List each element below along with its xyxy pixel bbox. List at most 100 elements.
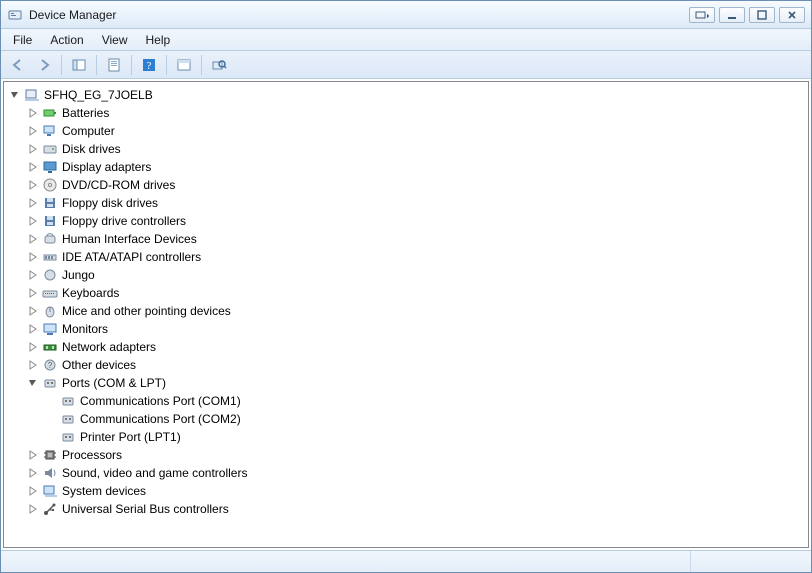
cpu-icon	[42, 447, 58, 463]
tree-category[interactable]: Human Interface Devices	[28, 230, 808, 248]
expand-icon[interactable]	[28, 108, 38, 118]
toolbar-separator	[61, 55, 62, 75]
content-area: SFHQ_EG_7JOELBBatteriesComputerDisk driv…	[3, 81, 809, 548]
tree-category[interactable]: System devices	[28, 482, 808, 500]
hid-icon	[42, 231, 58, 247]
expand-icon[interactable]	[28, 342, 38, 352]
titlebar[interactable]: Device Manager	[1, 1, 811, 29]
tree-category[interactable]: Display adapters	[28, 158, 808, 176]
mouse-icon	[42, 303, 58, 319]
expand-icon[interactable]	[28, 450, 38, 460]
category-label: Other devices	[62, 356, 136, 374]
usb-icon	[42, 501, 58, 517]
tree-category[interactable]: Mice and other pointing devices	[28, 302, 808, 320]
expand-icon[interactable]	[28, 144, 38, 154]
tree-category[interactable]: Floppy drive controllers	[28, 212, 808, 230]
category-label: Mice and other pointing devices	[62, 302, 231, 320]
expand-icon[interactable]	[28, 234, 38, 244]
tree-category[interactable]: Sound, video and game controllers	[28, 464, 808, 482]
expand-icon[interactable]	[28, 198, 38, 208]
expand-icon[interactable]	[28, 162, 38, 172]
tree-category[interactable]: Jungo	[28, 266, 808, 284]
device-tree[interactable]: SFHQ_EG_7JOELBBatteriesComputerDisk driv…	[4, 82, 808, 547]
maximize-button[interactable]	[749, 7, 775, 23]
tree-device[interactable]: Communications Port (COM1)	[46, 392, 808, 410]
category-label: Network adapters	[62, 338, 156, 356]
tree-category[interactable]: Network adapters	[28, 338, 808, 356]
tree-category[interactable]: Monitors	[28, 320, 808, 338]
back-button[interactable]	[7, 54, 29, 76]
collapse-icon[interactable]	[10, 90, 20, 100]
category-label: Ports (COM & LPT)	[62, 374, 166, 392]
status-panel-left	[1, 551, 691, 572]
category-label: Processors	[62, 446, 122, 464]
tree-category[interactable]: ? Other devices	[28, 356, 808, 374]
expand-icon[interactable]	[28, 486, 38, 496]
keyboard-icon	[42, 285, 58, 301]
statusbar	[1, 550, 811, 572]
tree-category[interactable]: Disk drives	[28, 140, 808, 158]
tree-category[interactable]: Batteries	[28, 104, 808, 122]
display-icon	[42, 159, 58, 175]
floppy-icon	[42, 195, 58, 211]
port-icon	[60, 393, 76, 409]
tree-category[interactable]: Ports (COM & LPT)	[28, 374, 808, 392]
expand-icon[interactable]	[28, 270, 38, 280]
category-label: Monitors	[62, 320, 108, 338]
port-icon	[42, 375, 58, 391]
close-button[interactable]	[779, 7, 805, 23]
tree-category[interactable]: Universal Serial Bus controllers	[28, 500, 808, 518]
app-icon	[7, 7, 23, 23]
scan-hardware-button[interactable]	[208, 54, 230, 76]
expand-icon[interactable]	[28, 306, 38, 316]
menu-action[interactable]: Action	[42, 31, 91, 49]
properties-button[interactable]	[103, 54, 125, 76]
menu-view[interactable]: View	[94, 31, 136, 49]
expand-icon[interactable]	[28, 252, 38, 262]
tree-category[interactable]: Floppy disk drives	[28, 194, 808, 212]
status-panel-right	[691, 551, 811, 572]
category-label: Floppy drive controllers	[62, 212, 186, 230]
tree-category[interactable]: Computer	[28, 122, 808, 140]
computer-root-icon	[24, 87, 40, 103]
floppy-icon	[42, 213, 58, 229]
expand-icon[interactable]	[28, 126, 38, 136]
tree-category[interactable]: Keyboards	[28, 284, 808, 302]
menubar: File Action View Help	[1, 29, 811, 51]
help-button[interactable]: ?	[138, 54, 160, 76]
ide-icon	[42, 249, 58, 265]
minimize-button[interactable]	[719, 7, 745, 23]
toolbar-separator	[131, 55, 132, 75]
category-label: Keyboards	[62, 284, 119, 302]
collapse-icon[interactable]	[28, 378, 38, 388]
toolbar: ?	[1, 51, 811, 79]
tree-device[interactable]: Communications Port (COM2)	[46, 410, 808, 428]
menu-file[interactable]: File	[5, 31, 40, 49]
toolbar-separator	[166, 55, 167, 75]
other-icon: ?	[42, 357, 58, 373]
tree-category[interactable]: DVD/CD-ROM drives	[28, 176, 808, 194]
expand-icon[interactable]	[28, 504, 38, 514]
category-label: Batteries	[62, 104, 109, 122]
menu-help[interactable]: Help	[138, 31, 179, 49]
expand-icon[interactable]	[28, 360, 38, 370]
svg-text:?: ?	[48, 361, 53, 370]
tree-category[interactable]: IDE ATA/ATAPI controllers	[28, 248, 808, 266]
category-label: SFHQ_EG_7JOELB	[44, 86, 153, 104]
expand-icon[interactable]	[28, 468, 38, 478]
help-dropdown-button[interactable]	[689, 7, 715, 23]
update-driver-button[interactable]	[173, 54, 195, 76]
expand-icon[interactable]	[28, 324, 38, 334]
tree-category[interactable]: Processors	[28, 446, 808, 464]
category-label: DVD/CD-ROM drives	[62, 176, 175, 194]
tree-root-node[interactable]: SFHQ_EG_7JOELB	[10, 86, 808, 104]
expand-icon[interactable]	[28, 180, 38, 190]
show-hide-tree-button[interactable]	[68, 54, 90, 76]
forward-button[interactable]	[33, 54, 55, 76]
expand-icon[interactable]	[28, 288, 38, 298]
category-label: Disk drives	[62, 140, 121, 158]
category-label: Jungo	[62, 266, 95, 284]
tree-device[interactable]: Printer Port (LPT1)	[46, 428, 808, 446]
expand-icon[interactable]	[28, 216, 38, 226]
battery-icon	[42, 105, 58, 121]
